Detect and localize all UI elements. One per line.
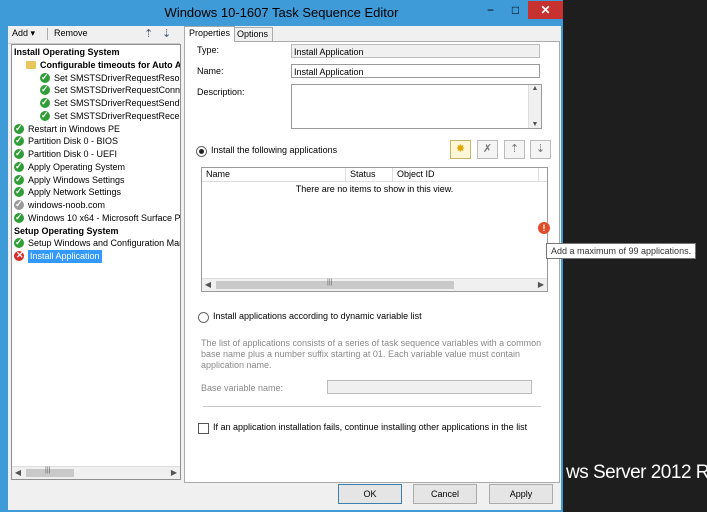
tree-item-label: Apply Windows Settings [28,174,125,185]
check-icon [40,96,50,109]
editor-client-area: Add ▾ Remove ⇡ ⇣ Install Operating Syste… [8,26,561,510]
warning-icon[interactable]: ! [538,222,550,234]
tree-item-label: Install Application [28,250,102,263]
check-icon [14,173,24,186]
scroll-grip: ||| [45,467,51,474]
install-following-radio[interactable] [196,146,207,157]
ok-button[interactable]: OK [338,484,402,504]
type-label: Type: [197,45,220,55]
title-bar[interactable]: Windows 10-1607 Task Sequence Editor − □… [0,0,563,26]
tree-item-label: Partition Disk 0 - BIOS [28,136,119,147]
gray-check-icon [14,198,24,211]
tree-item-label: windows-noob.com [28,200,106,210]
list-horizontal-scrollbar[interactable]: ◀ ||| ▶ [202,278,547,291]
check-icon [14,122,24,135]
tree-item-label: Restart in Windows PE [28,123,121,134]
tree-item-label: Install Operating System [14,47,120,57]
move-up-icon[interactable]: ⇡ [144,27,153,40]
delete-application-icon[interactable]: ✗ [477,140,498,159]
check-icon [40,71,50,84]
task-sequence-editor-window: Windows 10-1607 Task Sequence Editor − □… [0,0,563,512]
folder-icon [26,60,36,69]
check-icon [14,134,24,147]
empty-list-message: There are no items to show in this view. [295,184,454,194]
tree-item-label: Partition Disk 0 - UEFI [28,149,118,159]
tree-item-label: Windows 10 x64 - Microsoft Surface Pr [28,212,181,223]
tree-item-label: Setup Windows and Configuration Mar [28,238,181,249]
scroll-down-icon[interactable]: ▼ [529,121,541,128]
remove-button[interactable]: Remove [54,28,88,38]
base-variable-field [327,380,532,394]
validation-tooltip: Add a maximum of 99 applications. [546,243,697,259]
column-object-id[interactable]: Object ID [393,168,539,181]
check-icon [40,83,50,96]
column-status[interactable]: Status [346,168,393,181]
tree-toolbar: Add ▾ Remove ⇡ ⇣ [8,26,180,44]
check-icon [14,236,24,249]
check-icon [14,211,24,224]
tree-item-label: Set SMSTSDriverRequestSendTim [54,98,181,108]
maximize-button[interactable]: □ [503,1,528,19]
scroll-left-icon[interactable]: ◀ [12,467,24,479]
tree-item-label: Set SMSTSDriverRequestConnect [54,85,181,96]
move-down-icon[interactable]: ⇣ [162,27,171,40]
tab-options[interactable]: Options [232,27,274,41]
apply-button[interactable]: Apply [489,484,553,504]
scroll-right-icon[interactable]: ▶ [168,467,180,479]
move-up-icon[interactable]: ⇡ [504,140,525,159]
description-scrollbar[interactable]: ▲ ▼ [528,85,541,128]
install-dynamic-label: Install applications according to dynami… [213,311,422,321]
cancel-button[interactable]: Cancel [413,484,477,504]
desktop-os-label: ws Server 2012 R2 [566,462,707,483]
check-icon [14,160,24,173]
minimize-button[interactable]: − [478,1,503,19]
tree-item-label: Set SMSTSDriverRequestReceive [54,110,181,121]
tab-properties[interactable]: Properties [184,26,236,42]
check-icon [40,109,50,122]
description-label: Description: [197,87,245,97]
continue-on-failure-checkbox[interactable] [198,423,209,434]
check-icon [14,147,24,160]
properties-panel: Type: Install Application Name: Install … [184,41,560,483]
install-following-label: Install the following applications [211,145,338,155]
continue-on-failure-label: If an application installation fails, co… [213,422,528,432]
name-field[interactable]: Install Application [291,64,540,78]
move-down-icon[interactable]: ⇣ [530,140,551,159]
tree-item-label: Configurable timeouts for Auto A [40,59,181,70]
task-sequence-tree[interactable]: Install Operating System Configurable tim… [11,44,181,480]
tree-item-label: Setup Operating System [14,225,119,236]
section-divider [203,406,541,407]
toolbar-divider [47,28,48,40]
scroll-up-icon[interactable]: ▲ [529,85,541,92]
column-name[interactable]: Name [202,168,346,181]
tree-horizontal-scrollbar[interactable]: ◀ ||| ▶ [12,466,180,479]
application-list-header: Name Status Object ID [202,168,547,182]
install-dynamic-radio[interactable] [198,312,209,323]
scroll-grip: ||| [327,279,333,286]
application-list[interactable]: Name Status Object ID There are no items… [201,167,548,292]
add-menu-button[interactable]: Add ▾ [12,28,35,39]
scroll-left-icon[interactable]: ◀ [202,279,214,291]
scroll-thumb[interactable] [216,281,454,289]
tree-item-label: Apply Network Settings [28,187,122,198]
error-icon [14,249,24,262]
application-list-toolbar: ✸ ✗ ⇡ ⇣ [450,140,560,159]
add-application-icon[interactable]: ✸ [450,140,471,159]
scroll-right-icon[interactable]: ▶ [535,279,547,291]
description-field[interactable]: ▲ ▼ [291,84,542,129]
check-icon [14,185,24,198]
tree-item-label: Apply Operating System [28,161,126,172]
type-field: Install Application [291,44,540,58]
dynamic-help-text: The list of applications consists of a s… [201,338,542,370]
tree-item-label: Set SMSTSDriverRequestResolve [54,72,181,83]
base-variable-label: Base variable name: [201,383,284,393]
name-label: Name: [197,66,224,76]
close-button[interactable]: ✕ [528,1,563,19]
